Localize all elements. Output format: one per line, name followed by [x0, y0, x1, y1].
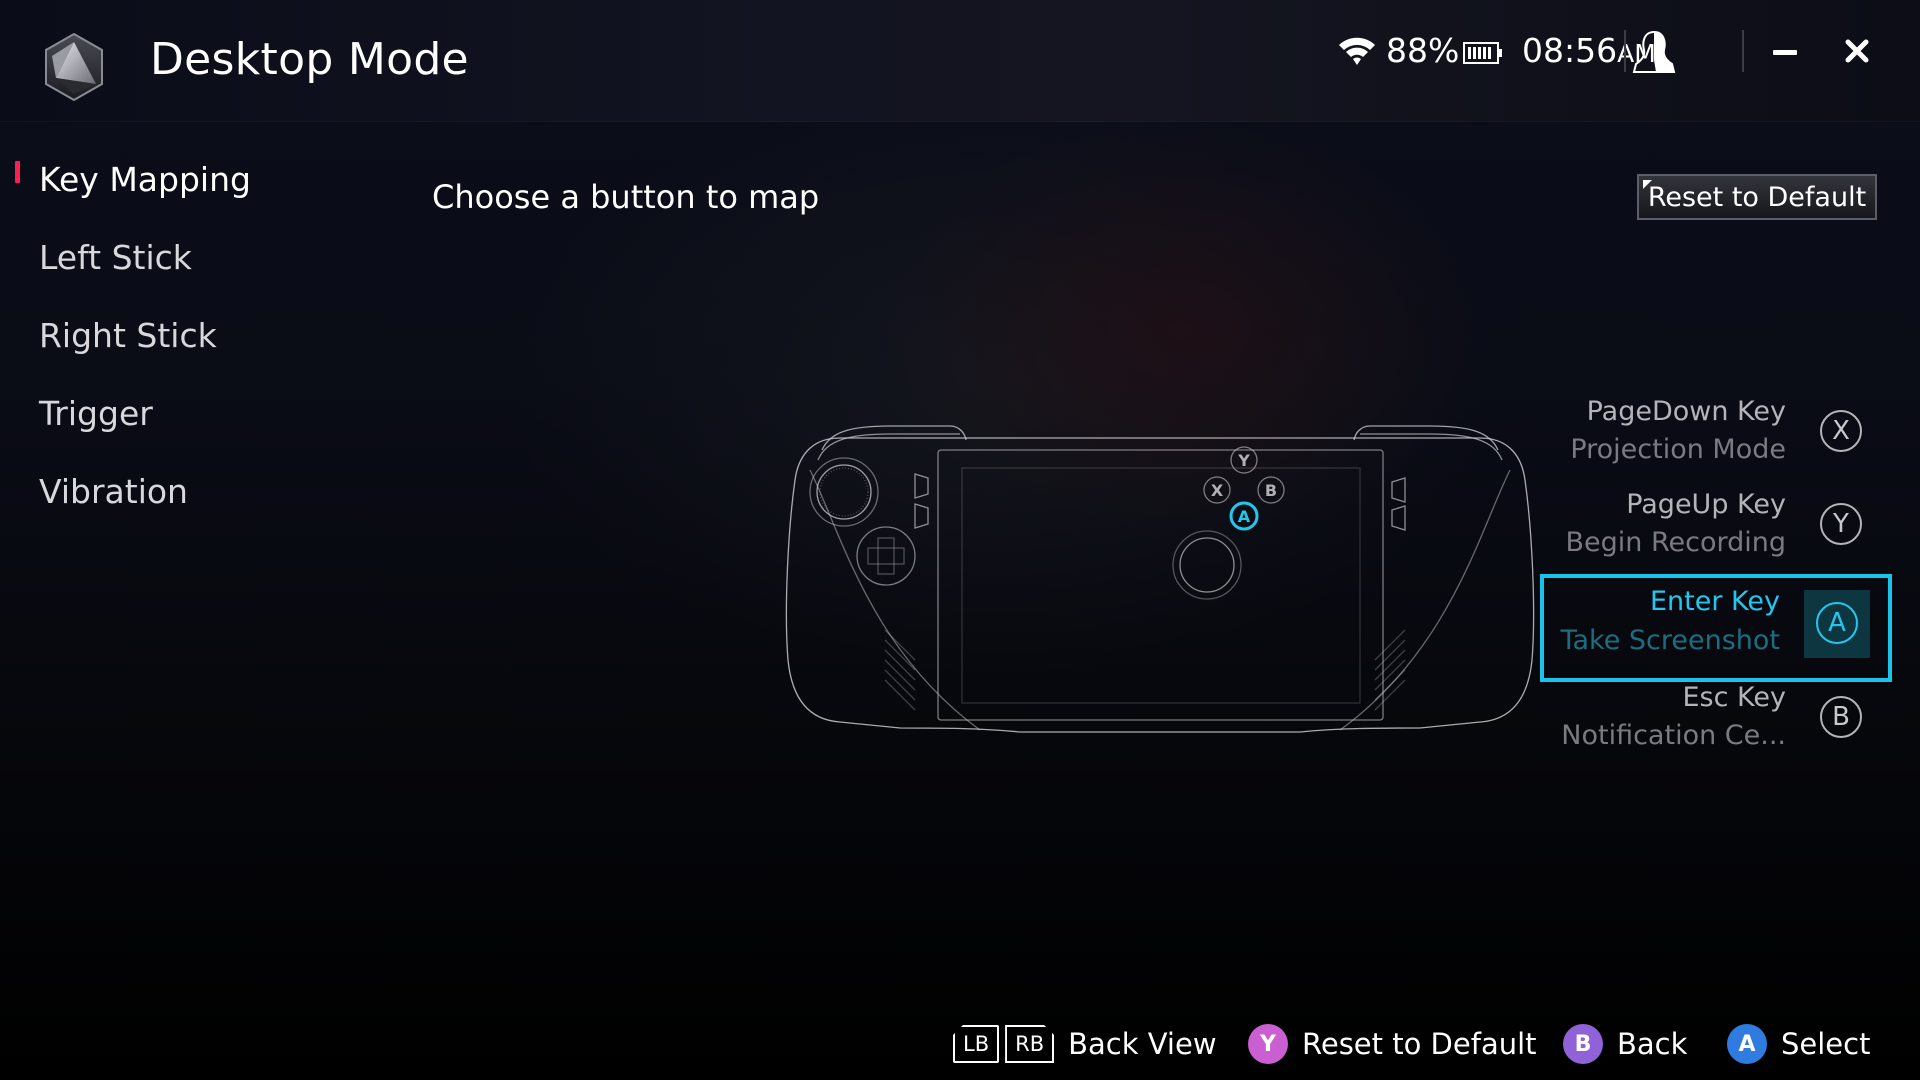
app-logo-icon — [45, 32, 103, 102]
lb-button-icon: LB — [953, 1025, 1000, 1063]
right-menu-button — [1391, 477, 1406, 503]
sidebar-item-vibration[interactable]: Vibration — [0, 452, 340, 530]
hint-label: Select — [1781, 1027, 1871, 1061]
clock-time: 08:56 — [1522, 31, 1618, 70]
hint-reset-to-default[interactable]: Y Reset to Default — [1248, 1016, 1537, 1072]
sidebar-item-label: Trigger — [39, 393, 153, 433]
reset-button-label: Reset to Default — [1647, 181, 1867, 213]
right-grip-curve — [1339, 469, 1511, 731]
sidebar-item-label: Key Mapping — [39, 159, 251, 199]
menu-button — [914, 503, 929, 529]
controller-hints-bar: LB RB Back View Y Reset to Default B Bac… — [0, 1016, 1920, 1076]
mapping-action: Projection Mode — [1570, 434, 1786, 465]
hint-select[interactable]: A Select — [1727, 1016, 1870, 1072]
mapping-key: PageUp Key — [1626, 489, 1786, 520]
title-bar: Desktop Mode 88% 08:56AM — [0, 0, 1920, 122]
close-icon[interactable] — [1840, 34, 1874, 68]
dpad — [856, 526, 916, 586]
hint-label: Back View — [1068, 1027, 1217, 1061]
left-speaker-grille — [884, 629, 916, 711]
sidebar-item-right-stick[interactable]: Right Stick — [0, 296, 340, 374]
left-grip-curve — [809, 469, 981, 731]
mapping-key: Enter Key — [1649, 586, 1780, 617]
hint-label: Back — [1617, 1027, 1688, 1061]
mapping-item-y[interactable]: PageUp Key Begin Recording Y — [1544, 485, 1888, 578]
mapping-key: PageDown Key — [1586, 396, 1786, 427]
mapping-action: Begin Recording — [1565, 527, 1786, 558]
sidebar-item-trigger[interactable]: Trigger — [0, 374, 340, 452]
device-body-outline — [785, 437, 1535, 733]
user-profile-icon[interactable] — [1632, 30, 1676, 74]
sidebar-item-label: Left Stick — [39, 237, 192, 277]
screen-bezel — [937, 449, 1384, 721]
reset-to-default-button[interactable]: Reset to Default — [1637, 174, 1877, 220]
app-title: Desktop Mode — [150, 34, 469, 85]
right-stick — [1179, 537, 1235, 593]
svg-text:Y: Y — [1237, 451, 1250, 470]
svg-text:B: B — [1265, 481, 1277, 500]
header-divider — [1624, 30, 1626, 72]
sidebar-item-label: Vibration — [39, 471, 188, 511]
active-indicator — [15, 161, 20, 183]
battery-icon — [1463, 42, 1502, 64]
hint-back[interactable]: B Back — [1563, 1016, 1687, 1072]
mapping-item-a[interactable]: Enter Key Take Screenshot A — [1540, 574, 1892, 682]
mapping-action: Notification Ce... — [1561, 720, 1786, 751]
sidebar-item-label: Right Stick — [39, 315, 217, 355]
corner-accent — [1643, 180, 1652, 189]
button-y-icon: Y — [1820, 503, 1862, 545]
view-button — [914, 473, 929, 499]
b-button-icon: B — [1563, 1024, 1603, 1064]
minimize-button[interactable] — [1770, 40, 1800, 64]
mapping-item-b[interactable]: Esc Key Notification Ce... B — [1544, 678, 1888, 771]
header-divider — [1742, 30, 1744, 72]
button-b-icon: B — [1820, 696, 1862, 738]
mapping-item-x[interactable]: PageDown Key Projection Mode X — [1544, 392, 1888, 485]
right-stick-outer — [1172, 530, 1242, 600]
sidebar-nav: Key Mapping Left Stick Right Stick Trigg… — [0, 140, 340, 530]
right-speaker-grille — [1374, 629, 1406, 711]
svg-text:A: A — [1238, 507, 1251, 526]
button-a-icon: A — [1816, 602, 1858, 644]
a-button-icon: A — [1727, 1024, 1767, 1064]
device-illustration: Y X B A — [785, 425, 1535, 733]
page-heading: Choose a button to map — [432, 178, 820, 216]
sidebar-item-key-mapping[interactable]: Key Mapping — [0, 140, 340, 218]
y-button-icon: Y — [1248, 1024, 1288, 1064]
screen-display — [961, 467, 1361, 704]
rb-button-icon: RB — [1005, 1025, 1054, 1063]
mapping-key: Esc Key — [1682, 682, 1786, 713]
right-command-button — [1391, 505, 1406, 531]
hint-label: Reset to Default — [1302, 1027, 1537, 1061]
left-stick — [816, 464, 872, 520]
mapping-action: Take Screenshot — [1560, 625, 1780, 656]
wifi-icon — [1339, 37, 1375, 65]
button-mapping-list: PageDown Key Projection Mode X PageUp Ke… — [1540, 392, 1892, 771]
button-x-icon: X — [1820, 410, 1862, 452]
battery-percentage: 88% — [1386, 31, 1460, 70]
sidebar-item-left-stick[interactable]: Left Stick — [0, 218, 340, 296]
svg-text:X: X — [1211, 481, 1224, 500]
hint-back-view[interactable]: LB RB Back View — [953, 1016, 1217, 1072]
